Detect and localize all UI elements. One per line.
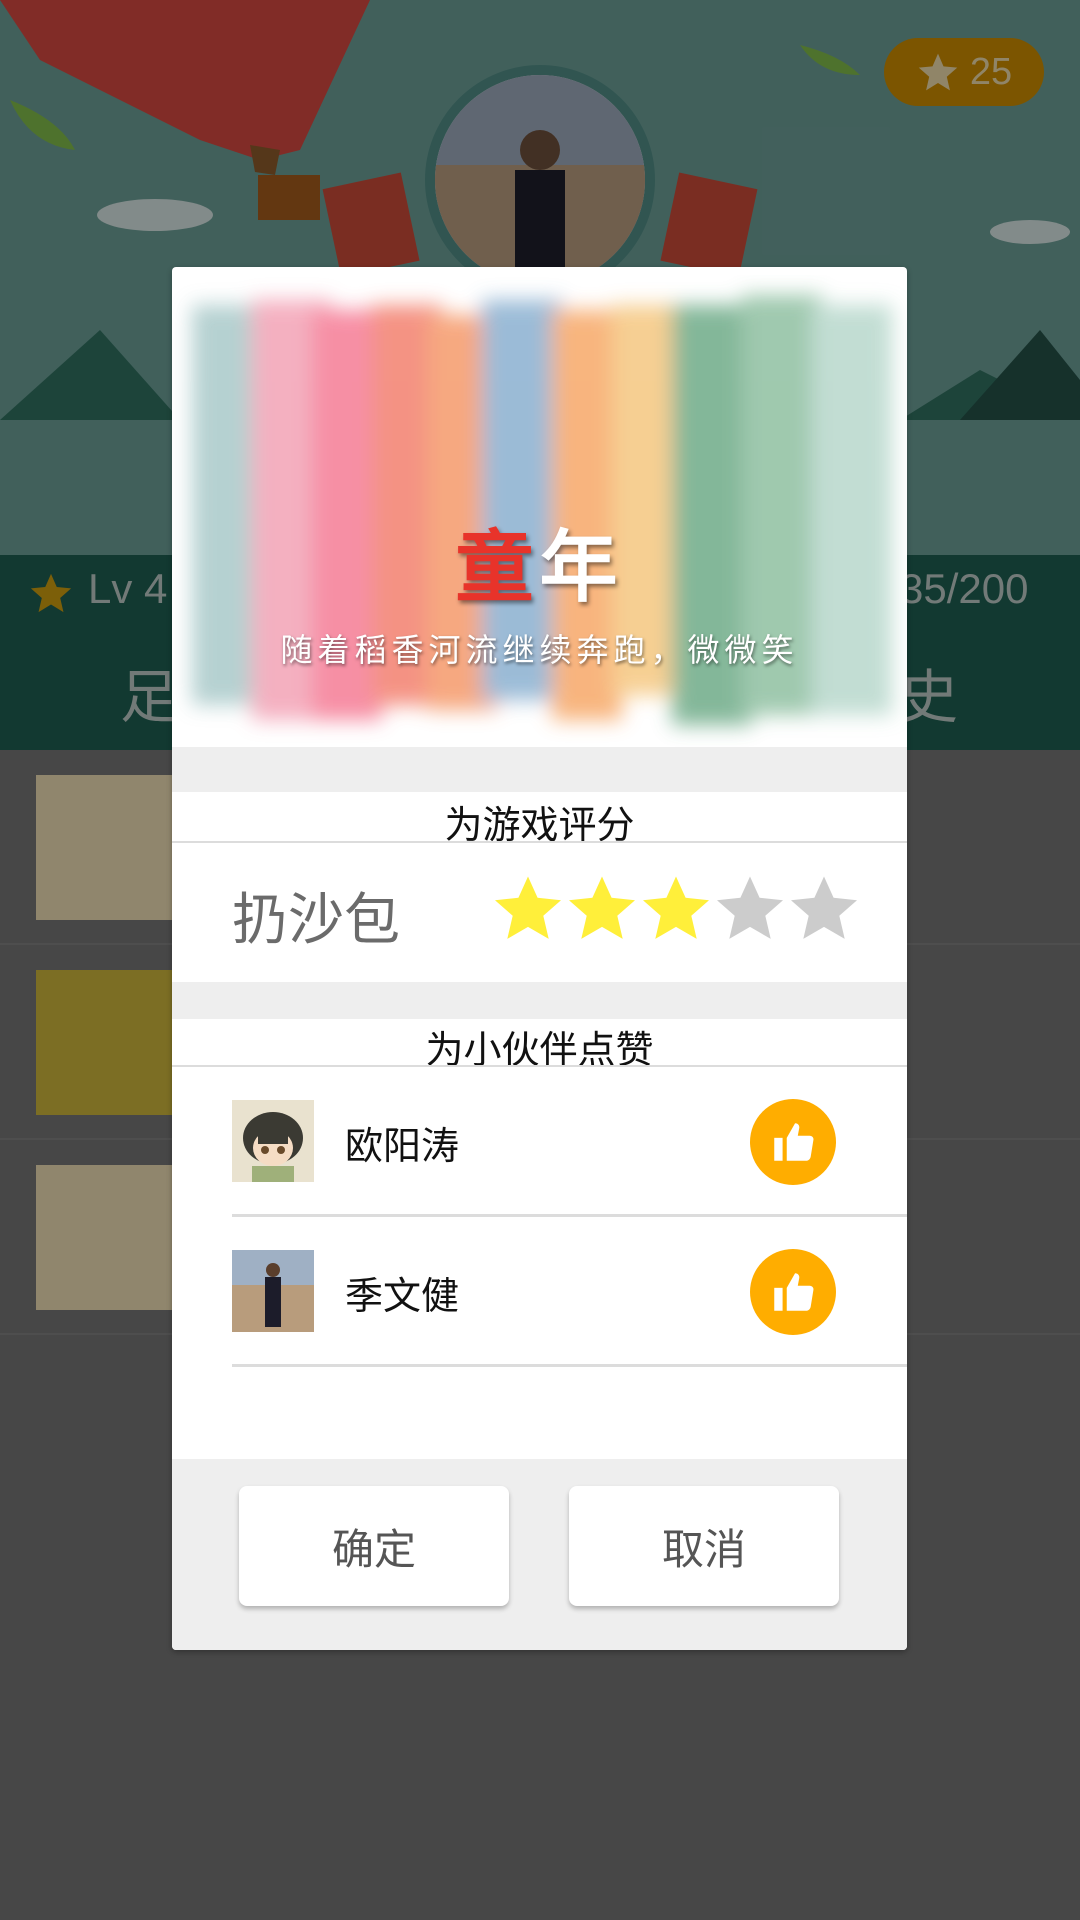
- banner-title: 童年: [455, 522, 624, 613]
- banner-subtitle: 随着稻香河流继续奔跑，微微笑: [280, 631, 799, 669]
- divider: [172, 841, 907, 843]
- game-name: 扔沙包: [232, 888, 400, 953]
- like-button[interactable]: [750, 1249, 836, 1335]
- confirm-button[interactable]: 确定: [239, 1486, 509, 1606]
- game-banner: 童年 随着稻香河流继续奔跑，微微笑: [172, 275, 907, 747]
- friend-row: 欧阳涛: [232, 1067, 907, 1217]
- thumbs-up-icon: [774, 1273, 814, 1311]
- star-filled-icon[interactable]: [640, 872, 712, 944]
- like-button[interactable]: [750, 1099, 836, 1185]
- section-divider: [172, 982, 907, 1019]
- divider: [232, 1364, 907, 1367]
- desert-photo-avatar-icon: [232, 1250, 314, 1332]
- cancel-button[interactable]: 取消: [569, 1486, 839, 1606]
- avatar: [232, 1250, 314, 1332]
- star-filled-icon[interactable]: [566, 872, 638, 944]
- avatar: [232, 1100, 314, 1182]
- section-divider: [172, 747, 907, 792]
- thumbs-up-icon: [774, 1123, 814, 1161]
- star-filled-icon[interactable]: [492, 872, 564, 944]
- star-empty-icon[interactable]: [788, 872, 860, 944]
- anime-boy-avatar-icon: [232, 1100, 314, 1182]
- star-empty-icon[interactable]: [714, 872, 786, 944]
- rating-dialog: 童年 随着稻香河流继续奔跑，微微笑 为游戏评分 扔沙包 为小伙伴点赞 欧阳涛 季…: [172, 267, 907, 1650]
- dialog-footer: 确定 取消: [172, 1459, 907, 1650]
- friend-row: 季文健: [232, 1217, 907, 1367]
- friend-name: 欧阳涛: [345, 1124, 460, 1168]
- star-rating[interactable]: [492, 872, 860, 944]
- friend-name: 季文健: [345, 1274, 460, 1318]
